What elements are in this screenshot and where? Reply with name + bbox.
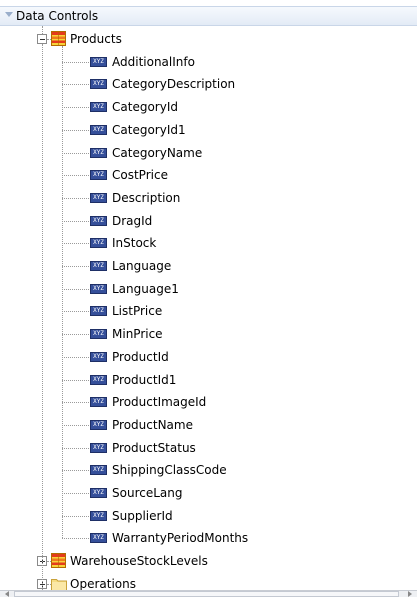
attribute-label: ProductId1 xyxy=(112,372,177,387)
panel-title: Data Controls xyxy=(16,9,99,23)
scrollbar-thumb[interactable] xyxy=(14,591,399,597)
attribute-icon: XYZ xyxy=(90,283,107,294)
data-controls-panel: Data Controls Products XYZ AdditionalInfo X… xyxy=(0,0,417,597)
connector-line xyxy=(62,46,63,539)
connector-line xyxy=(62,84,89,86)
attribute-icon: XYZ xyxy=(90,124,107,135)
connector-line xyxy=(62,197,89,199)
attribute-icon: XYZ xyxy=(90,488,107,498)
collapse-triangle-icon[interactable] xyxy=(5,12,13,18)
attribute-label: ShippingClassCode xyxy=(112,463,227,478)
connector-line xyxy=(62,243,89,245)
attribute-label: ProductStatus xyxy=(112,440,196,455)
attribute-label: ListPrice xyxy=(112,304,163,319)
connector-line xyxy=(62,107,89,109)
attribute-icon: XYZ xyxy=(90,306,107,317)
attribute-label: Language xyxy=(112,259,172,273)
connector-line xyxy=(62,266,89,267)
horizontal-scrollbar[interactable] xyxy=(0,590,417,597)
attribute-label: MinPrice xyxy=(112,327,163,342)
attribute-icon: XYZ xyxy=(90,261,107,271)
attribute-label: ProductImageId xyxy=(112,395,207,410)
scroll-right-arrow-icon[interactable] xyxy=(405,591,415,597)
attribute-icon: XYZ xyxy=(90,374,107,385)
connector-line xyxy=(42,44,43,594)
attribute-icon: XYZ xyxy=(90,533,107,544)
warehousestocklevels-table-icon xyxy=(51,553,66,569)
attribute-label: SourceLang xyxy=(112,486,183,500)
tree-node-label: WarehouseStockLevels xyxy=(70,554,208,569)
attribute-label: WarrantyPeriodMonths xyxy=(112,531,249,546)
attribute-icon: XYZ xyxy=(90,79,107,90)
operations-folder-icon xyxy=(51,578,67,591)
panel-header[interactable]: Data Controls xyxy=(0,6,417,26)
attribute-label: AdditionalInfo xyxy=(112,54,195,69)
connector-line xyxy=(62,447,89,449)
attribute-label: ProductName xyxy=(112,417,193,432)
connector-line xyxy=(62,129,89,131)
connector-line xyxy=(62,493,89,494)
attribute-label: CostPrice xyxy=(112,168,168,183)
attribute-icon: XYZ xyxy=(90,510,107,521)
attribute-icon: XYZ xyxy=(90,465,107,476)
attribute-label: SupplierId xyxy=(112,508,173,523)
attribute-label: CategoryId xyxy=(112,100,178,115)
attribute-label: InStock xyxy=(112,236,157,251)
connector-line xyxy=(62,402,89,404)
attribute-icon: XYZ xyxy=(90,147,107,158)
data-controls-tree: Products XYZ AdditionalInfo XYZ CategoryDesc… xyxy=(0,26,417,594)
attribute-label: CategoryDescription xyxy=(112,77,236,92)
attribute-icon: XYZ xyxy=(90,329,107,340)
tree-node-label: Products xyxy=(70,32,122,46)
connector-line xyxy=(42,26,43,34)
products-expander-icon[interactable] xyxy=(37,34,47,44)
attribute-label: CategoryId1 xyxy=(112,122,186,137)
attribute-icon: XYZ xyxy=(90,56,107,67)
connector-line xyxy=(62,470,89,472)
attribute-icon: XYZ xyxy=(90,419,107,430)
connector-line xyxy=(62,515,89,517)
attribute-label: Description xyxy=(112,190,181,205)
attribute-icon: XYZ xyxy=(90,351,107,362)
connector-line xyxy=(62,538,89,540)
connector-line xyxy=(62,61,89,63)
connector-line xyxy=(62,175,89,177)
connector-line xyxy=(62,379,89,381)
attribute-label: DragId xyxy=(112,213,153,228)
connector-line xyxy=(62,334,89,336)
attribute-icon: XYZ xyxy=(90,192,107,203)
attribute-label: ProductId xyxy=(112,349,169,364)
attribute-icon: XYZ xyxy=(90,238,107,249)
attribute-label: Language1 xyxy=(112,281,179,296)
tree-node-label: Operations xyxy=(70,576,136,591)
connector-line xyxy=(62,220,89,222)
attribute-icon: XYZ xyxy=(90,397,107,408)
connector-line xyxy=(62,424,89,426)
attribute-icon: XYZ xyxy=(90,442,107,453)
connector-line xyxy=(62,311,89,313)
attribute-icon: XYZ xyxy=(90,170,107,181)
connector-line xyxy=(62,288,89,290)
connector-line xyxy=(62,152,89,154)
products-table-icon xyxy=(51,31,66,46)
attribute-icon: XYZ xyxy=(90,215,107,226)
scroll-left-arrow-icon[interactable] xyxy=(2,591,12,597)
connector-line xyxy=(47,39,51,40)
attribute-icon: XYZ xyxy=(90,102,107,113)
connector-line xyxy=(62,356,89,358)
products-expander-icon-minus-bar xyxy=(40,39,45,40)
attribute-label: CategoryName xyxy=(112,145,203,160)
